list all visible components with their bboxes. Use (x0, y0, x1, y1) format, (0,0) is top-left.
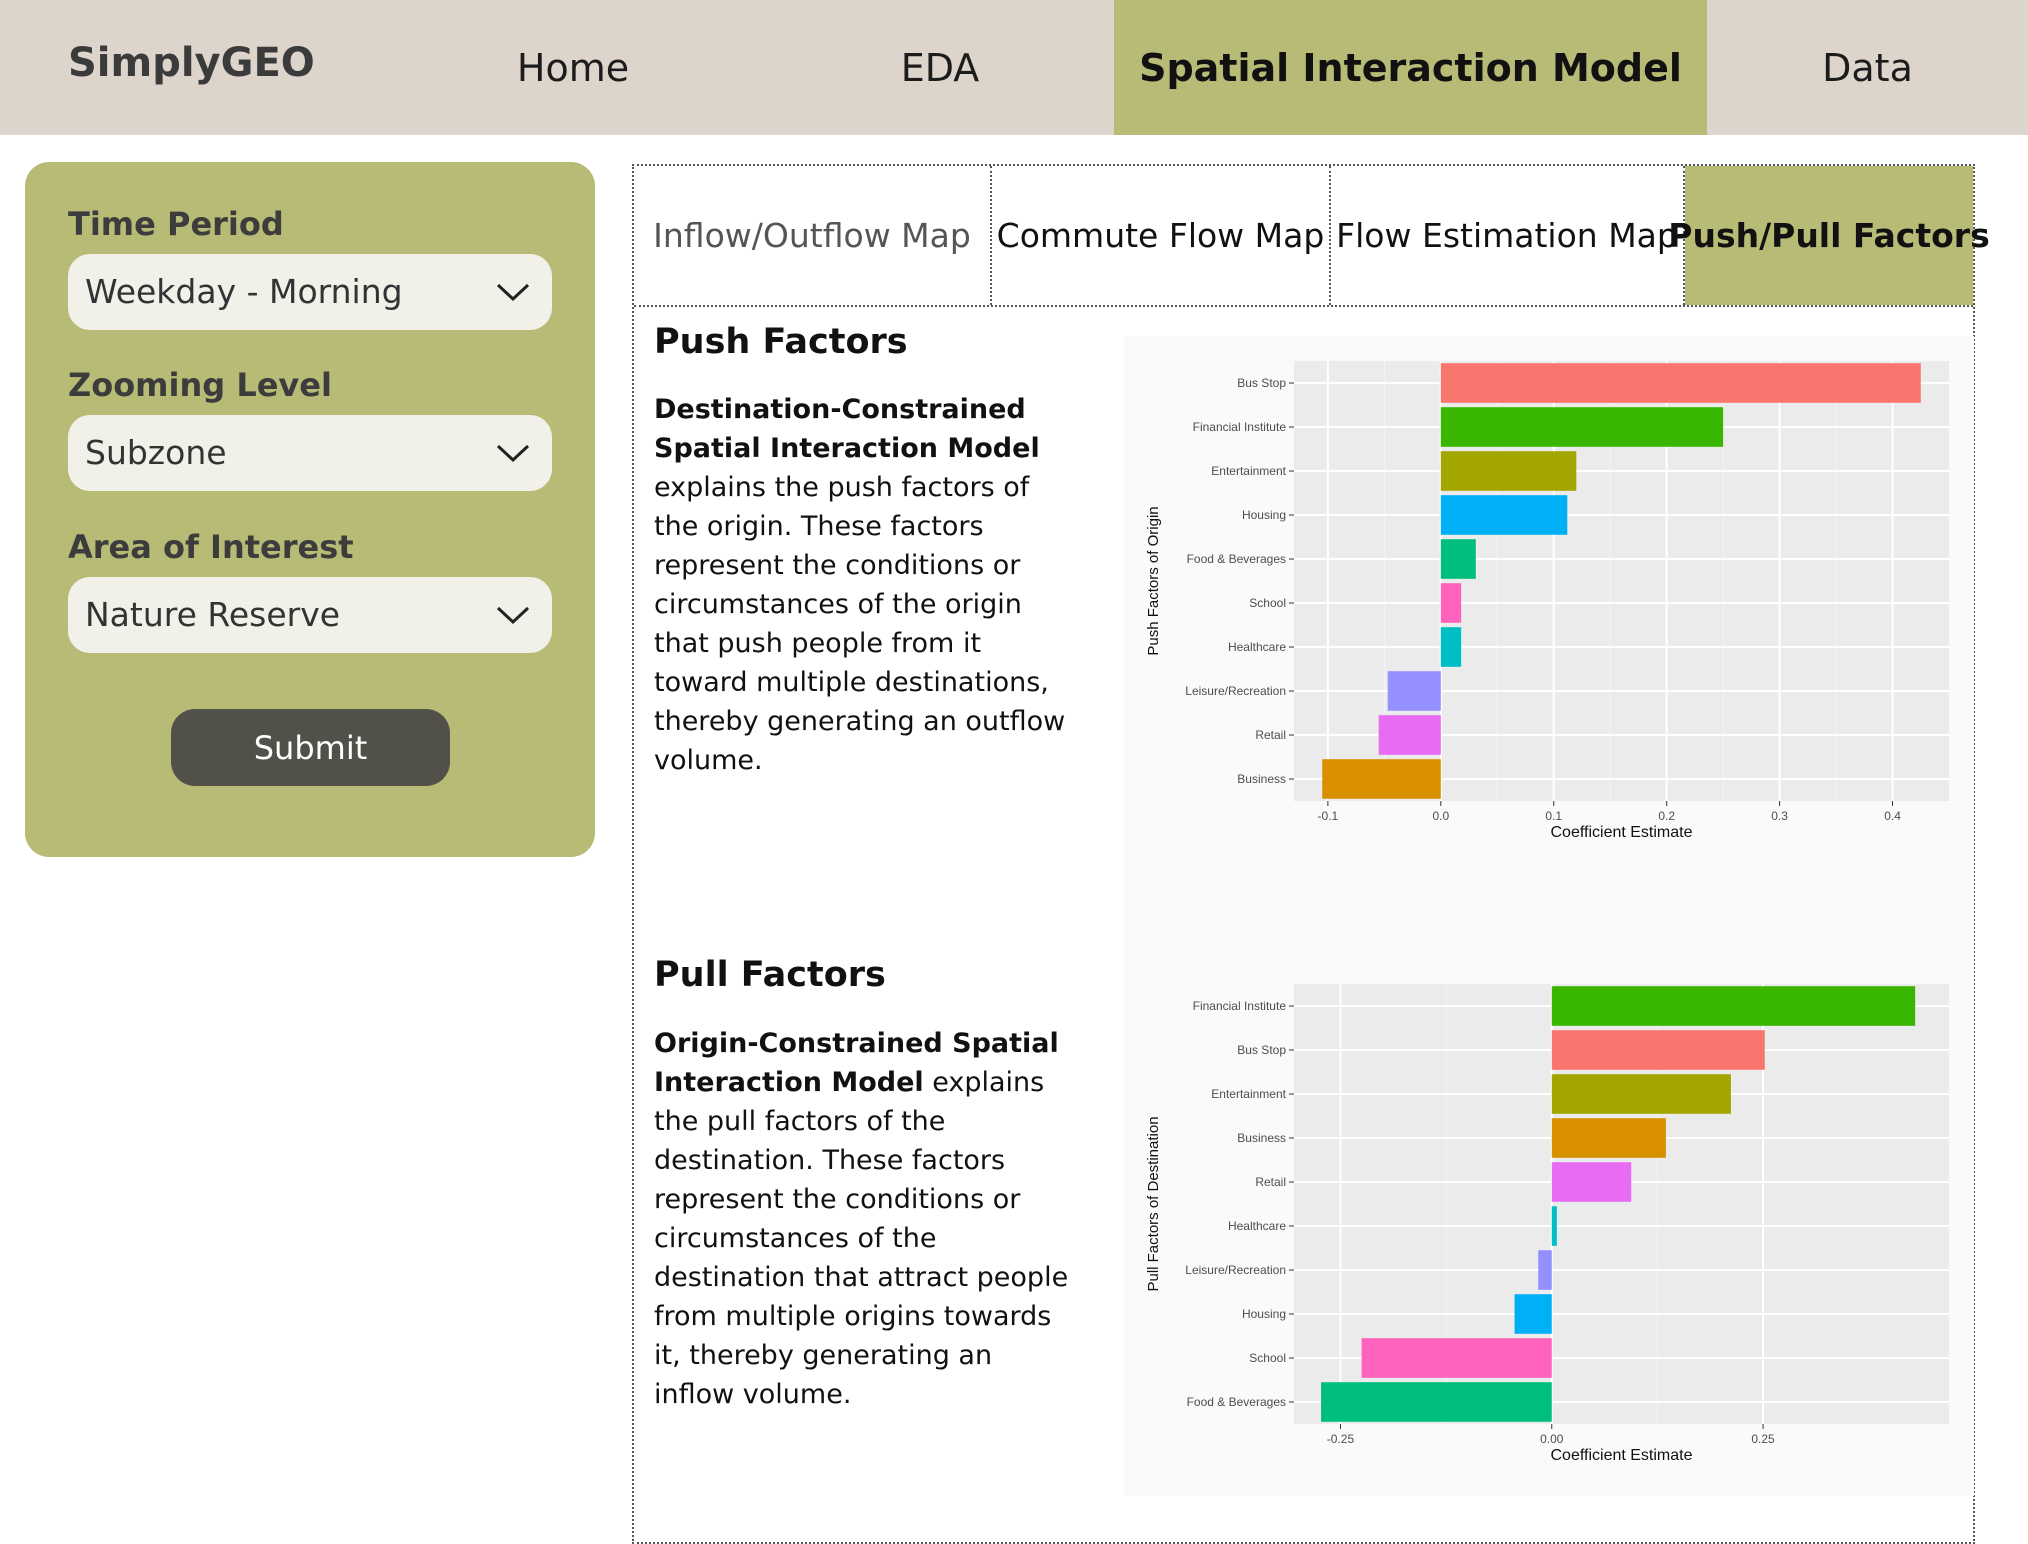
y-tick-label: Business (1237, 1131, 1286, 1145)
bar (1440, 363, 1921, 403)
area-of-interest-select[interactable]: Nature Reserve (68, 577, 552, 653)
bar (1538, 1250, 1552, 1290)
x-tick-label: 0.2 (1658, 809, 1675, 823)
y-tick-label: Healthcare (1228, 1219, 1286, 1233)
time-period-label: Time Period (68, 205, 284, 243)
tab-flow-estimation-map[interactable]: Flow Estimation Map (1331, 166, 1685, 305)
bar (1551, 1162, 1632, 1202)
x-axis-title: Coefficient Estimate (1551, 1447, 1693, 1464)
push-factors-chart: Bus Stop Financial Institute Entertainment… (1124, 336, 1974, 1026)
bar (1440, 627, 1462, 667)
y-tick-label: Financial Institute (1193, 999, 1287, 1013)
tab-inflow-outflow-map[interactable]: Inflow/Outflow Map (634, 166, 992, 305)
x-tick-label: 0.00 (1540, 1432, 1564, 1446)
bar (1551, 986, 1916, 1026)
nav-spatial-interaction-model[interactable]: Spatial Interaction Model (1114, 0, 1707, 135)
bar (1440, 407, 1724, 447)
y-tick-label: Leisure/Recreation (1185, 684, 1286, 698)
tab-bar: Inflow/Outflow Map Commute Flow Map Flow… (634, 166, 1990, 307)
x-tick-label: -0.1 (1318, 809, 1339, 823)
brand-logo[interactable]: SimplyGEO (68, 40, 315, 86)
bar (1551, 1030, 1765, 1070)
bar (1387, 671, 1441, 711)
bar (1378, 715, 1441, 755)
pull-factors-chart: Financial Institute Bus Stop Entertainment… (1124, 956, 1974, 1496)
bar (1551, 1206, 1557, 1246)
y-tick-label: Bus Stop (1237, 376, 1286, 390)
y-tick-label: Retail (1255, 728, 1286, 742)
y-tick-label: Healthcare (1228, 640, 1286, 654)
bar (1514, 1294, 1552, 1334)
bar (1440, 583, 1462, 623)
time-period-value: Weekday - Morning (85, 272, 403, 311)
y-tick-label: Entertainment (1211, 1087, 1286, 1101)
bar (1322, 759, 1441, 799)
x-axis-title: Coefficient Estimate (1551, 824, 1693, 841)
zooming-level-value: Subzone (85, 433, 227, 472)
y-axis-title: Push Factors of Origin (1145, 506, 1162, 655)
x-tick-label: 0.25 (1751, 1432, 1775, 1446)
y-tick-label: Financial Institute (1193, 420, 1287, 434)
tab-commute-flow-map[interactable]: Commute Flow Map (992, 166, 1331, 305)
bar (1321, 1382, 1552, 1422)
y-tick-label: Food & Beverages (1187, 552, 1286, 566)
x-tick-label: -0.25 (1327, 1432, 1355, 1446)
pull-description-text: explains the pull factors of the destina… (654, 1067, 1069, 1410)
area-of-interest-label: Area of Interest (68, 528, 354, 566)
zooming-level-label: Zooming Level (68, 366, 332, 404)
filter-panel: Time Period Weekday - Morning Zooming Le… (25, 162, 595, 857)
bar (1551, 1118, 1666, 1158)
bar (1440, 495, 1568, 535)
y-tick-label: Business (1237, 772, 1286, 786)
main-content: Inflow/Outflow Map Commute Flow Map Flow… (632, 164, 1990, 1544)
top-nav: SimplyGEO Home EDA Spatial Interaction M… (0, 0, 2028, 135)
pull-factors-chart-svg: Financial Institute Bus Stop Entertainment… (1145, 984, 1949, 1464)
x-tick-label: 0.1 (1545, 809, 1562, 823)
y-tick-label: Retail (1255, 1175, 1286, 1189)
y-tick-label: Bus Stop (1237, 1043, 1286, 1057)
push-factors-chart-svg: Bus Stop Financial Institute Entertainment… (1145, 361, 1949, 841)
chevron-down-icon (496, 606, 530, 625)
x-tick-label: 0.4 (1884, 809, 1901, 823)
bar (1440, 451, 1577, 491)
y-tick-label: School (1249, 1351, 1286, 1365)
y-axis-title: Pull Factors of Destination (1145, 1116, 1162, 1291)
y-tick-label: Housing (1242, 508, 1286, 522)
push-factors-description: Destination-Constrained Spatial Interact… (654, 390, 1074, 780)
bar (1440, 539, 1476, 579)
nav-eda[interactable]: EDA (820, 0, 1060, 135)
y-tick-label: School (1249, 596, 1286, 610)
chevron-down-icon (496, 283, 530, 302)
y-tick-label: Housing (1242, 1307, 1286, 1321)
nav-data[interactable]: Data (1760, 0, 1975, 135)
chevron-down-icon (496, 444, 530, 463)
nav-home[interactable]: Home (450, 0, 696, 135)
pull-factors-description: Origin-Constrained Spatial Interaction M… (654, 1024, 1074, 1414)
y-tick-label: Entertainment (1211, 464, 1286, 478)
pull-factors-heading: Pull Factors (654, 955, 886, 995)
x-tick-label: 0.0 (1432, 809, 1449, 823)
push-factors-heading: Push Factors (654, 322, 908, 362)
y-tick-label: Food & Beverages (1187, 1395, 1286, 1409)
bar (1551, 1074, 1731, 1114)
y-tick-label: Leisure/Recreation (1185, 1263, 1286, 1277)
push-model-name: Destination-Constrained Spatial Interact… (654, 394, 1040, 464)
area-of-interest-value: Nature Reserve (85, 595, 341, 634)
bar (1361, 1338, 1552, 1378)
time-period-select[interactable]: Weekday - Morning (68, 254, 552, 330)
submit-button[interactable]: Submit (171, 709, 450, 786)
zooming-level-select[interactable]: Subzone (68, 415, 552, 491)
tab-push-pull-factors[interactable]: Push/Pull Factors (1668, 166, 1990, 305)
push-description-text: explains the push factors of the origin.… (654, 472, 1066, 776)
x-tick-label: 0.3 (1771, 809, 1788, 823)
